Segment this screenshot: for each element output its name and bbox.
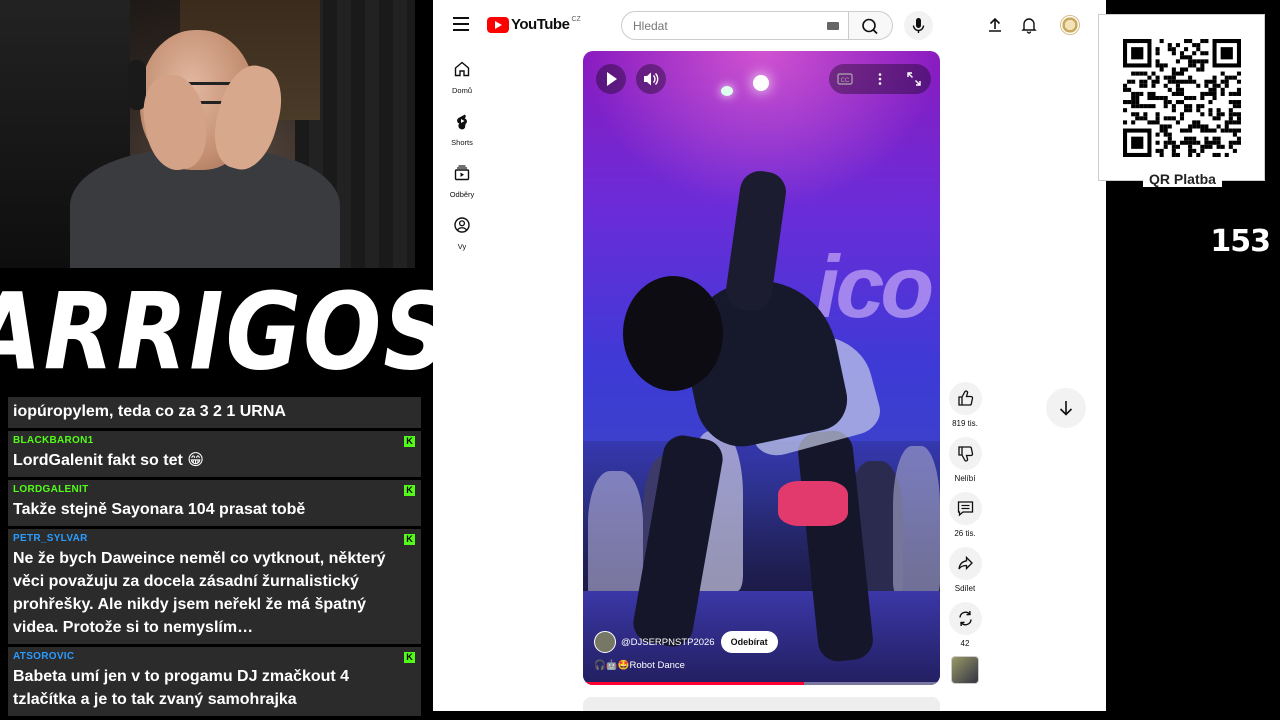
fullscreen-icon[interactable] — [907, 72, 921, 86]
sidebar-item-you[interactable]: Vy — [433, 216, 491, 251]
subscribe-button[interactable]: Odebírat — [720, 631, 778, 653]
channel-row: @DJSERPNSTP2026 Odebírat — [594, 631, 778, 653]
video-title[interactable]: 🎧🤖🤩Robot Dance — [594, 660, 685, 671]
channel-logo: ARRIGOS — [0, 268, 450, 396]
chat-username[interactable]: ATSOROVIC — [13, 651, 415, 662]
remix-count: 42 — [960, 639, 970, 648]
play-icon — [607, 72, 617, 86]
like-button[interactable]: 819 tis. — [947, 382, 983, 428]
next-short-preview[interactable] — [583, 697, 940, 711]
next-video-button[interactable] — [1046, 388, 1086, 428]
channel-avatar[interactable] — [594, 631, 616, 653]
chat-message-text: Takže stejně Sayonara 104 prasat tobě — [13, 501, 306, 518]
more-options-icon[interactable] — [873, 72, 887, 86]
webcam-feed — [0, 0, 415, 268]
video-controls-bar: CC — [829, 64, 931, 94]
sidebar-item-label: Domů — [451, 86, 472, 95]
sidebar-item-label: Vy — [457, 242, 467, 251]
comments-count: 26 tis. — [954, 529, 976, 538]
dislike-label: Nelíbí — [954, 474, 976, 483]
kick-badge-icon: K — [404, 436, 415, 447]
like-count: 819 tis. — [952, 419, 978, 428]
menu-icon[interactable] — [453, 17, 469, 31]
sidebar-item-home[interactable]: Domů — [433, 60, 491, 95]
chat-message: PETR_SYLVAR Ne že bych Daweince neměl co… — [8, 529, 421, 644]
video-progress-bar[interactable] — [583, 682, 940, 685]
notifications-bell-icon[interactable] — [1020, 16, 1038, 34]
thumbs-down-icon — [957, 446, 973, 462]
share-button[interactable]: Sdílet — [947, 547, 983, 593]
sidebar-item-label: Shorts — [451, 138, 473, 147]
chat-message: LORDGALENIT Takže stejně Sayonara 104 pr… — [8, 480, 421, 526]
youtube-logo[interactable]: YouTube CZ — [487, 16, 581, 33]
video-progress-fill — [583, 682, 805, 685]
kick-badge-icon: K — [404, 534, 415, 545]
qr-payment-panel: QR Platba — [1098, 14, 1265, 187]
comment-icon — [957, 501, 973, 517]
volume-icon — [644, 72, 659, 86]
chat-panel: iopúropylem, teda co za 3 2 1 URNA BLACK… — [8, 397, 421, 719]
kick-badge-icon: K — [404, 652, 415, 663]
viewer-counter: 153 — [1210, 224, 1271, 259]
captions-icon[interactable]: CC — [837, 72, 853, 86]
voice-search-button[interactable] — [904, 11, 933, 40]
shorts-video-player[interactable]: ico CC @DJSERPNSTP2026 Odebírat 🎧🤖🤩Robot… — [583, 51, 940, 685]
home-icon — [454, 61, 470, 77]
chat-username[interactable]: PETR_SYLVAR — [13, 533, 415, 544]
thumbs-up-icon — [957, 390, 973, 406]
user-circle-icon — [454, 217, 470, 233]
chat-message: ATSOROVIC Babeta umí jen v to progamu DJ… — [8, 647, 421, 716]
chat-message: iopúropylem, teda co za 3 2 1 URNA — [8, 397, 421, 428]
kick-badge-icon: K — [404, 485, 415, 496]
youtube-window: YouTube CZ Hledat Domů Shorts Odběry Vy … — [433, 0, 1106, 711]
sidebar-item-subscriptions[interactable]: Odběry — [433, 164, 491, 199]
remix-button[interactable]: 42 — [947, 602, 983, 648]
keyboard-icon[interactable] — [827, 22, 839, 30]
chat-username[interactable]: LORDGALENIT — [13, 484, 415, 495]
sound-thumbnail[interactable] — [951, 656, 979, 684]
chat-message-text: Babeta umí jen v to progamu DJ zmačkout … — [13, 668, 350, 708]
chat-message-text: Ne že bych Daweince neměl co vytknout, n… — [13, 550, 386, 636]
channel-name[interactable]: @DJSERPNSTP2026 — [621, 637, 715, 648]
qr-label-text: QR Platba — [1143, 171, 1222, 187]
sidebar-item-shorts[interactable]: Shorts — [433, 112, 491, 147]
search-placeholder: Hledat — [633, 19, 668, 33]
shorts-icon — [457, 114, 467, 130]
chat-username[interactable]: BLACKBARON1 — [13, 435, 415, 446]
channel-logo-text: ARRIGOS — [0, 270, 452, 394]
arrow-down-icon — [1059, 401, 1073, 416]
dislike-button[interactable]: Nelíbí — [947, 437, 983, 483]
search-button[interactable] — [849, 11, 893, 40]
svg-text:CC: CC — [841, 78, 850, 84]
remix-icon — [958, 610, 972, 627]
youtube-logo-text: YouTube — [511, 16, 570, 33]
subscriptions-icon — [454, 165, 470, 181]
search-input[interactable]: Hledat — [621, 11, 849, 40]
microphone-icon — [912, 18, 925, 33]
youtube-play-icon — [487, 16, 509, 33]
youtube-topbar: YouTube CZ Hledat — [433, 0, 1106, 52]
country-code: CZ — [571, 16, 581, 23]
share-icon — [957, 555, 973, 571]
volume-button[interactable] — [636, 64, 666, 94]
upload-icon[interactable] — [986, 16, 1004, 34]
sidebar-item-label: Odběry — [449, 190, 475, 199]
search-icon — [862, 18, 878, 35]
share-label: Sdílet — [954, 584, 976, 593]
chat-message-text: LordGalenit fakt so tet 😁 — [13, 452, 204, 469]
qr-code-image — [1123, 39, 1241, 157]
account-avatar[interactable] — [1060, 15, 1080, 35]
qr-label: QR Platba — [1099, 171, 1266, 187]
play-button[interactable] — [596, 64, 626, 94]
comments-button[interactable]: 26 tis. — [947, 492, 983, 538]
chat-message-text: iopúropylem, teda co za 3 2 1 URNA — [13, 403, 286, 420]
chat-message: BLACKBARON1 LordGalenit fakt so tet 😁 K — [8, 431, 421, 477]
